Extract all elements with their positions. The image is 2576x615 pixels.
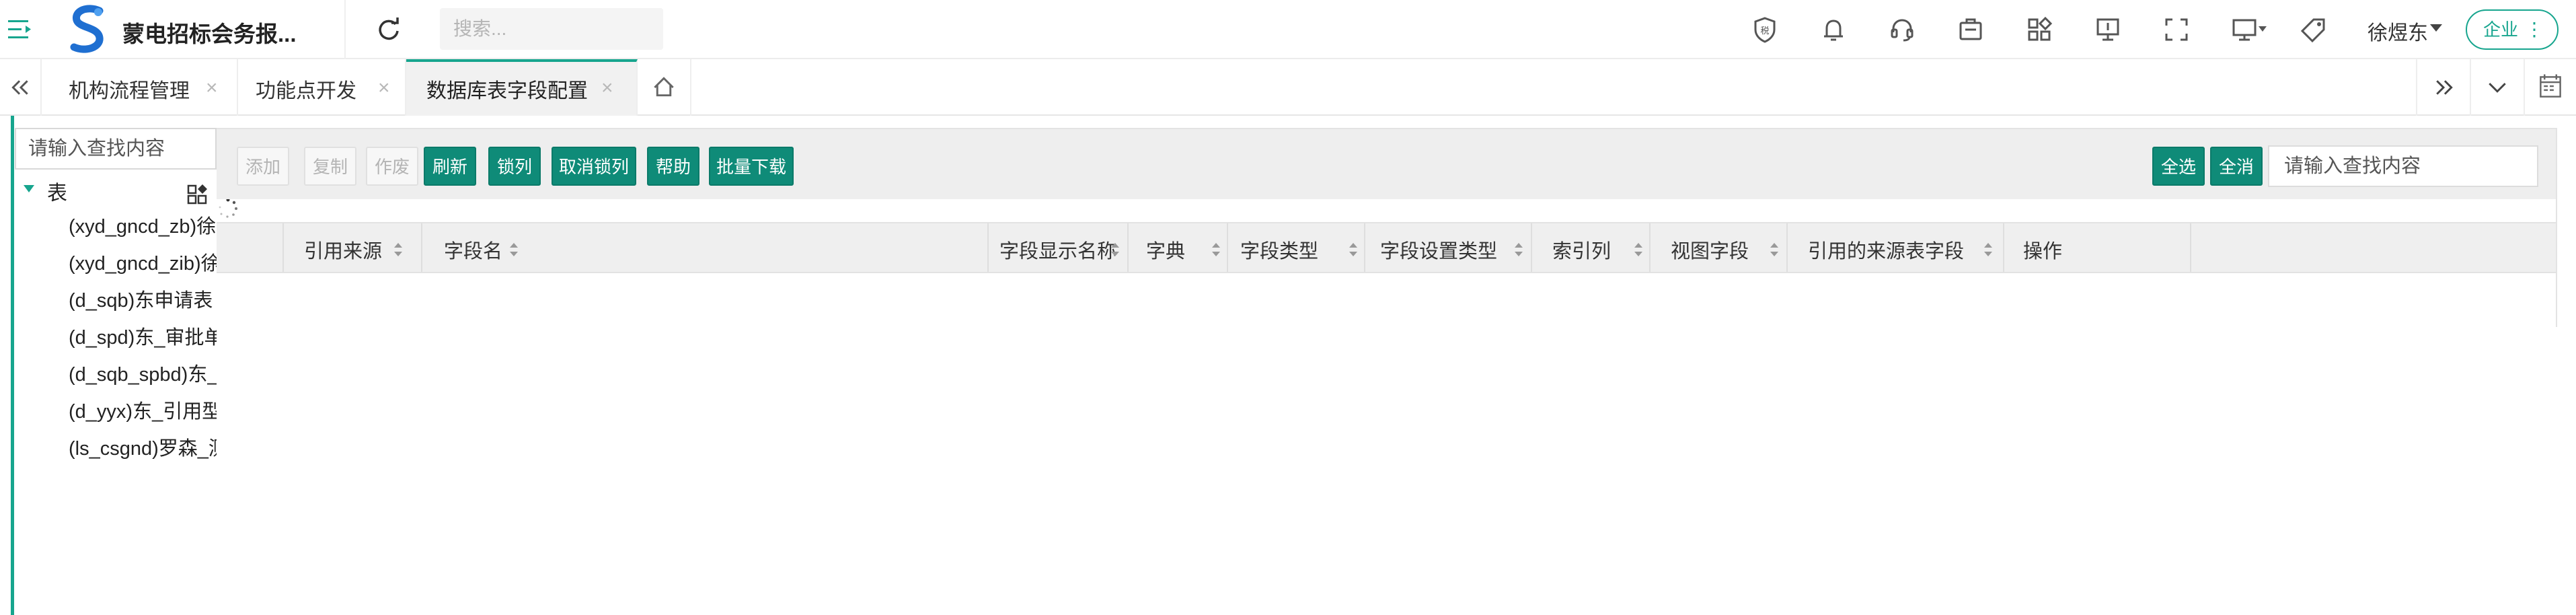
tree-item[interactable]: (xyd_gncd_zib)徐煜东 [69,246,217,283]
help-button[interactable]: 帮助 [647,147,699,186]
sort-icon[interactable] [1211,241,1221,258]
chevron-down-icon[interactable] [2429,22,2444,34]
tree-root-node[interactable]: 表 [15,172,217,206]
tab-db-field-config[interactable]: 数据库表字段配置 × [406,59,638,116]
column-header-label: 引用来源 [304,241,383,262]
display-settings-icon[interactable] [2232,16,2268,43]
unlock-column-button[interactable]: 取消锁列 [552,147,636,186]
column-header-label: 字段显示名称 [999,241,1117,262]
column-header[interactable]: 字段设置类型 [1365,223,1532,272]
tree-options-icon[interactable] [187,183,210,206]
sort-icon[interactable] [1110,241,1121,258]
column-header-label: 索引列 [1552,241,1612,262]
tab-bar: 机构流程管理 × 功能点开发 × 数据库表字段配置 × [0,59,2576,116]
void-button[interactable]: 作废 [366,147,418,186]
column-header-label: 操作 [2023,241,2063,262]
chevron-down-icon[interactable] [2470,59,2524,116]
add-button[interactable]: 添加 [237,147,289,186]
tab-label: 功能点开发 [256,80,356,102]
column-header[interactable]: 引用来源 [284,223,422,272]
tab-close-icon[interactable]: × [601,77,613,100]
logo-icon [70,5,104,53]
svg-text:税: 税 [1760,26,1769,36]
tab-function-dev[interactable]: 功能点开发 × [238,59,406,116]
double-chevron-right-icon[interactable] [2416,59,2470,116]
briefcase-icon[interactable] [1957,16,1984,43]
lock-column-button[interactable]: 锁列 [488,147,541,186]
column-header[interactable]: 引用的来源表字段 [1788,223,2004,272]
menu-toggle-icon[interactable] [7,17,34,42]
column-header-label: 字典 [1146,241,1186,262]
copy-button[interactable]: 复制 [304,147,356,186]
column-header[interactable]: 字段名 [422,223,989,272]
tree-root-label: 表 [47,182,67,205]
caret-down-icon[interactable] [23,184,35,194]
header-divider [344,0,346,59]
column-header[interactable]: 索引列 [1532,223,1651,272]
company-switch-button[interactable]: 企业 ⋮ [2466,9,2559,50]
home-icon[interactable] [638,59,691,116]
global-search-input[interactable] [440,8,663,50]
user-name[interactable]: 徐煜东 [2367,16,2428,46]
sort-icon[interactable] [1769,241,1780,258]
refresh-button[interactable]: 刷新 [424,147,476,186]
table-search-input[interactable] [2268,145,2538,187]
table-header: 引用来源 字段名 字段显示名称 字典 字段类型 字段设置类型 索引列 视图字段 [217,222,2556,273]
sort-icon[interactable] [508,241,519,258]
column-header[interactable]: 操作 [2004,223,2191,272]
double-chevron-left-icon[interactable] [0,59,42,116]
sort-icon[interactable] [1513,241,1524,258]
top-header: 蒙电招标会务报... 税 [0,0,2576,59]
company-label: 企业 [2483,20,2519,40]
column-header-label: 引用的来源表字段 [1808,241,1965,262]
app-title: 蒙电招标会务报... [122,22,297,46]
column-header-label: 字段类型 [1240,241,1319,262]
tree-search-input[interactable] [15,128,217,170]
column-header[interactable]: 视图字段 [1651,223,1788,272]
deselect-all-button[interactable]: 全消 [2210,147,2263,186]
fullscreen-icon[interactable] [2163,16,2190,43]
monitor-icon[interactable] [2094,16,2121,43]
sort-icon[interactable] [1348,241,1359,258]
column-header-label: 字段设置类型 [1380,241,1498,262]
tag-icon[interactable] [2300,16,2327,43]
batch-download-button[interactable]: 批量下载 [709,147,794,186]
tab-close-icon[interactable]: × [378,77,390,100]
tab-label: 数据库表字段配置 [426,80,588,102]
tree-item[interactable]: (ls_csgnd)罗森_测试 [69,431,217,468]
sort-icon[interactable] [393,241,404,258]
tab-org-process[interactable]: 机构流程管理 × [42,59,238,116]
calendar-icon[interactable] [2524,59,2576,116]
table-body [217,273,2556,327]
tree-item[interactable]: (d_yyx)东_引用型 [69,394,217,431]
tree-item-list: (xyd_gncd_zb)徐煜东 (xyd_gncd_zib)徐煜东 (d_sq… [69,209,217,468]
sort-icon[interactable] [1983,241,1994,258]
main-panel: 添加 复制 作废 刷新 锁列 取消锁列 帮助 批量下载 全选 全消 引用来源 字… [217,128,2557,327]
column-header-label: 视图字段 [1671,241,1749,262]
apps-icon[interactable] [2026,16,2053,43]
tree-item[interactable]: (d_sqb)东申请表 [69,283,217,320]
bell-icon[interactable] [1820,16,1847,43]
column-header[interactable]: 字段显示名称 [989,223,1129,272]
tree-item[interactable]: (xyd_gncd_zb)徐煜东 [69,209,217,246]
tree-panel: 表 (xyd_gncd_zb)徐煜东 (xyd_gncd_zib)徐煜东 (d_… [15,128,217,615]
toolbar: 添加 复制 作废 刷新 锁列 取消锁列 帮助 批量下载 全选 全消 [217,129,2556,199]
tree-item[interactable]: (d_spd)东_审批单 [69,320,217,357]
shield-icon[interactable]: 税 [1751,16,1778,43]
tree-item[interactable]: (d_sqb_spbd)东_审批 [69,357,217,394]
column-header[interactable]: 字典 [1129,223,1228,272]
column-header-select[interactable] [217,223,284,272]
sort-icon[interactable] [1633,241,1644,258]
more-icon: ⋮ [2525,19,2544,40]
headset-icon[interactable] [1889,16,1916,43]
column-header[interactable]: 字段类型 [1228,223,1365,272]
tab-close-icon[interactable]: × [206,77,218,100]
select-all-button[interactable]: 全选 [2152,147,2205,186]
refresh-icon[interactable] [375,16,402,43]
left-accent-bar [11,116,14,615]
tab-label: 机构流程管理 [69,80,190,102]
column-header-label: 字段名 [444,241,503,262]
